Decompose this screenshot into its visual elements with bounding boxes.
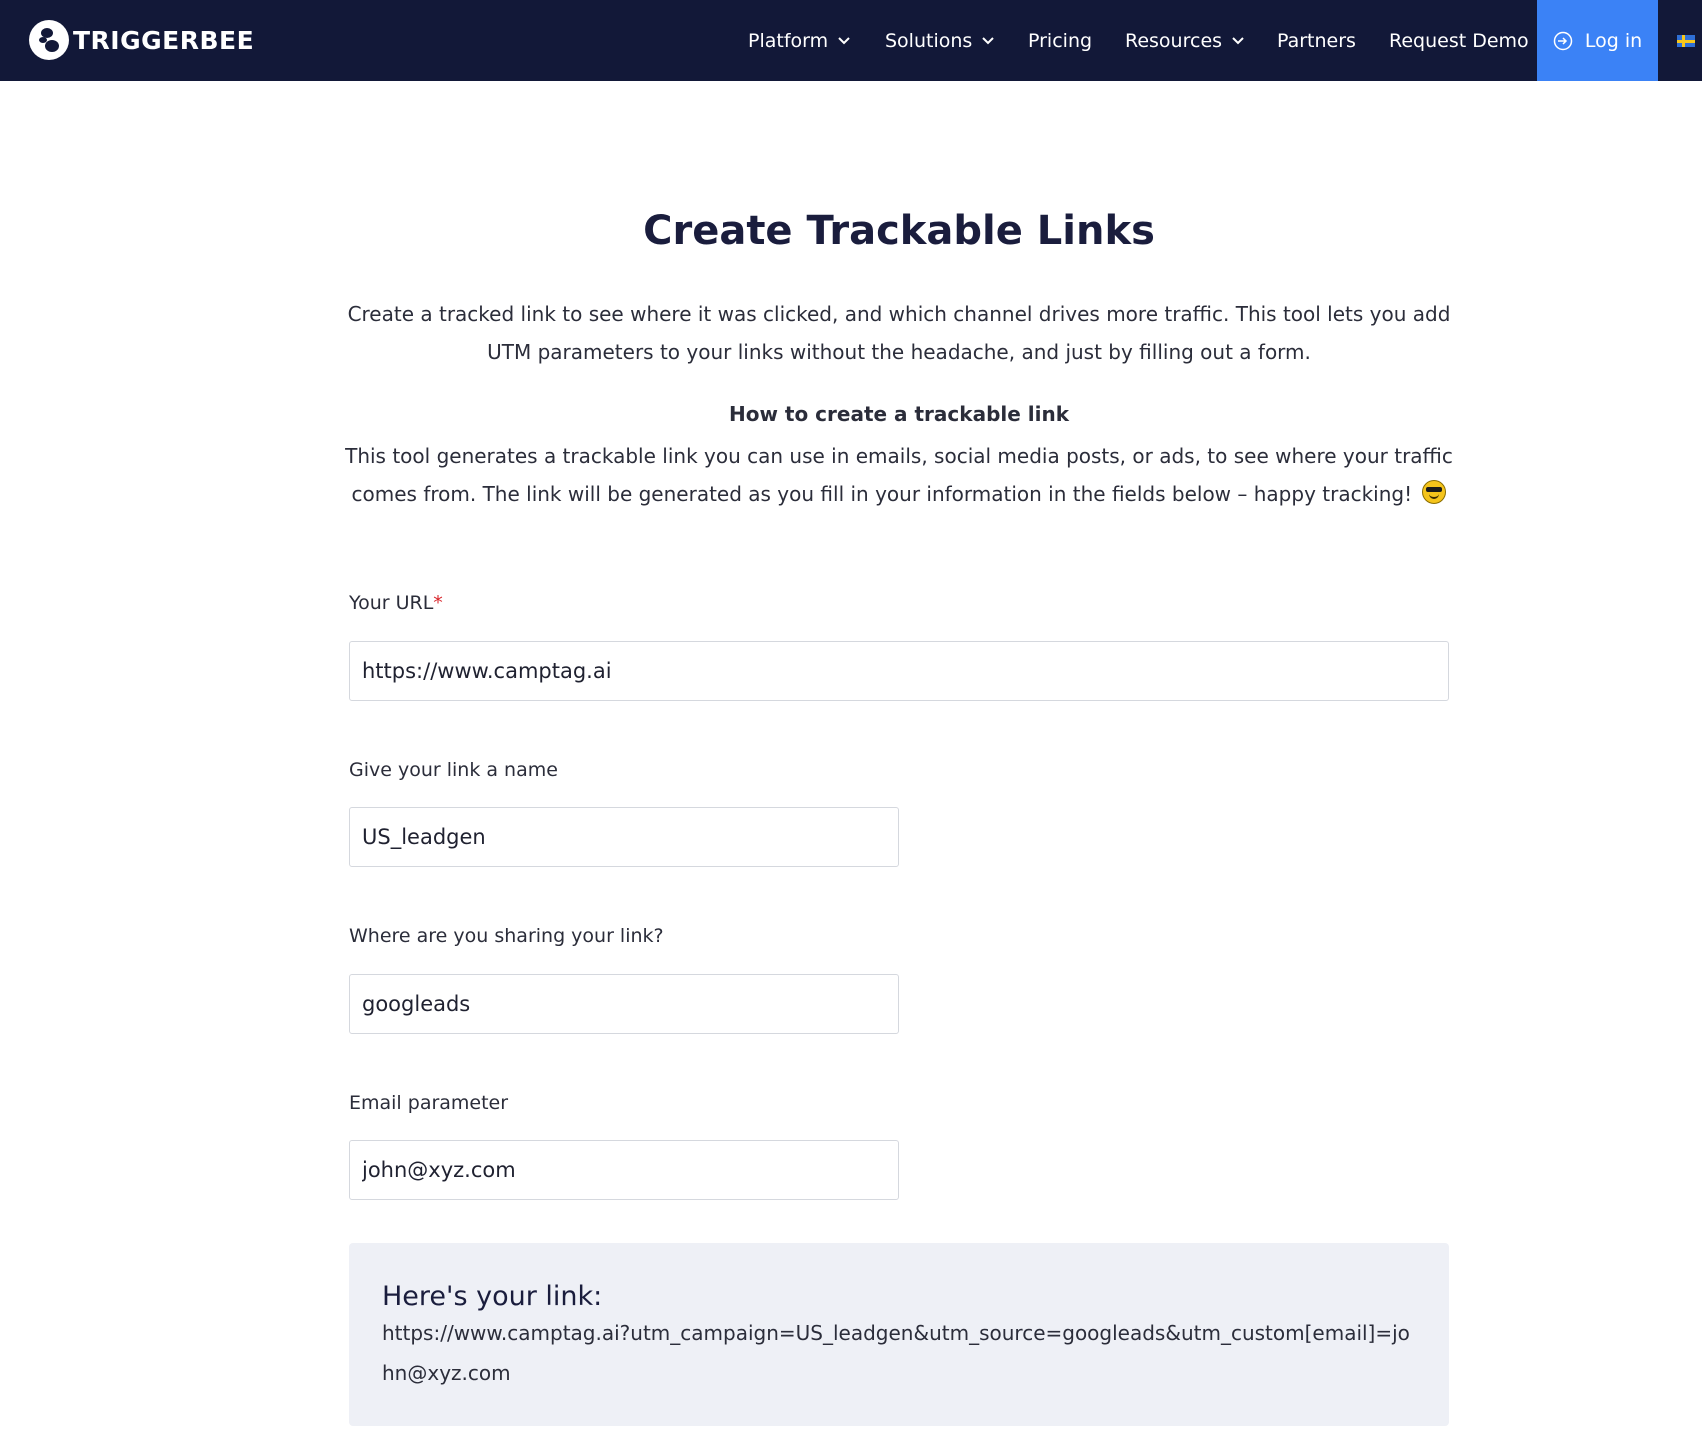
nav-pricing-label: Pricing (1028, 29, 1093, 52)
chevron-down-icon (1232, 36, 1244, 44)
required-asterisk: * (433, 592, 443, 614)
login-icon (1553, 31, 1573, 50)
top-navbar: TRIGGERBEE Platform Solutions Pricing Re… (0, 0, 1702, 81)
nav-partners-label: Partners (1277, 29, 1356, 52)
login-button[interactable]: Log in (1537, 0, 1658, 81)
swedish-flag-icon[interactable] (1677, 35, 1695, 47)
generated-link-box: Here's your link: https://www.camptag.ai… (349, 1243, 1449, 1426)
link-name-label: Give your link a name (349, 759, 558, 781)
nav-platform-label: Platform (748, 29, 829, 52)
chevron-down-icon (982, 36, 995, 44)
link-name-input[interactable] (349, 807, 899, 867)
smiling-face-with-sunglasses-icon (1422, 480, 1447, 504)
source-input[interactable] (349, 974, 899, 1034)
nav-platform[interactable]: Platform (748, 0, 850, 81)
triggerbee-logo[interactable]: TRIGGERBEE (29, 18, 254, 62)
nav-solutions-label: Solutions (885, 29, 973, 52)
generated-link-heading: Here's your link: (382, 1281, 603, 1312)
generated-link-text[interactable]: https://www.camptag.ai?utm_campaign=US_l… (382, 1313, 1422, 1393)
nav-partners[interactable]: Partners (1277, 0, 1356, 81)
nav-request-demo-label: Request Demo (1389, 29, 1529, 52)
nav-resources[interactable]: Resources (1125, 0, 1244, 81)
logo-bee-icon (29, 20, 69, 60)
url-label-text: Your URL (349, 592, 434, 614)
nav-request-demo[interactable]: Request Demo (1389, 0, 1529, 81)
login-label: Log in (1584, 29, 1643, 52)
logo-text: TRIGGERBEE (73, 25, 255, 55)
nav-pricing[interactable]: Pricing (1028, 0, 1092, 81)
howto-paragraph: This tool generates a trackable link you… (339, 437, 1459, 513)
url-label: Your URL* (349, 592, 443, 614)
howto-heading: How to create a trackable link (728, 402, 1070, 426)
email-parameter-input[interactable] (349, 1140, 899, 1200)
howto-text: This tool generates a trackable link you… (345, 444, 1453, 506)
nav-solutions[interactable]: Solutions (885, 0, 995, 81)
intro-text: Create a tracked link to see where it wa… (347, 302, 1451, 364)
nav-resources-label: Resources (1125, 29, 1223, 52)
chevron-down-icon (838, 36, 850, 44)
page-title: Create Trackable Links (643, 208, 1155, 254)
url-input[interactable] (349, 641, 1449, 701)
email-parameter-label: Email parameter (349, 1092, 509, 1114)
source-label: Where are you sharing your link? (349, 925, 664, 947)
